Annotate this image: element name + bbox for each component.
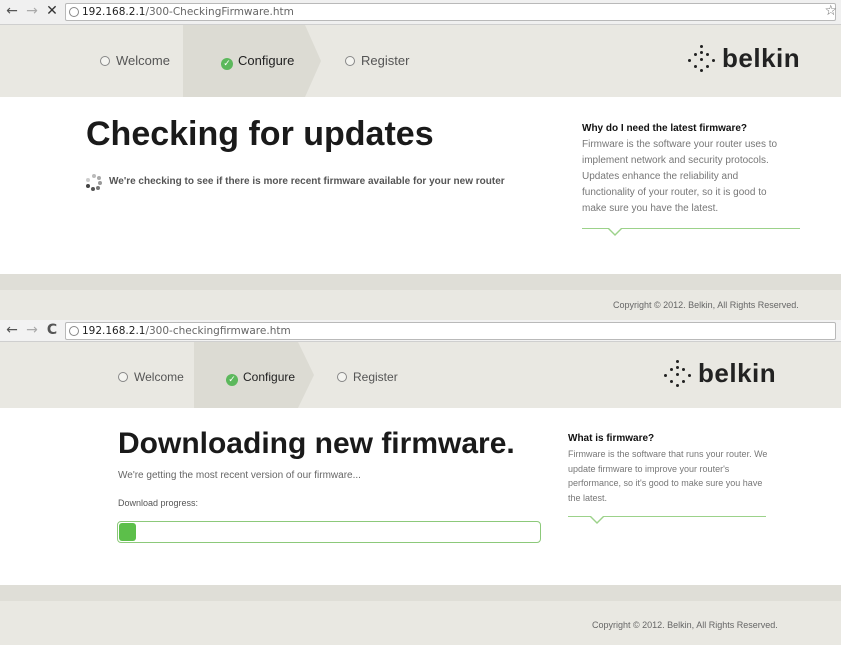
step-configure: ✓ Configure: [221, 53, 294, 70]
forward-arrow-icon[interactable]: →: [24, 322, 40, 338]
status-message: We're getting the most recent version of…: [118, 470, 361, 481]
belkin-logo: belkin: [688, 43, 803, 75]
step-register: Register: [337, 370, 398, 384]
step-welcome: Welcome: [118, 370, 184, 384]
address-path: /300-CheckingFirmware.htm: [145, 6, 294, 18]
loading-spinner-icon: [86, 174, 102, 191]
download-progress-bar: [117, 521, 541, 543]
footer-band: [0, 585, 841, 601]
step-label: Register: [353, 370, 398, 384]
radio-empty-icon: [100, 56, 110, 66]
forward-arrow-icon[interactable]: →: [24, 3, 40, 19]
belkin-dots-icon: [688, 45, 716, 73]
address-host: 192.168.2.1: [82, 325, 146, 337]
page-globe-icon: [69, 326, 79, 336]
radio-empty-icon: [345, 56, 355, 66]
help-notch-icon: [608, 228, 622, 236]
belkin-logo: belkin: [664, 358, 779, 390]
browser-window-downloading: ← → C 192.168.2.1/300-checkingfirmware.h…: [0, 320, 841, 645]
step-label: Register: [361, 53, 410, 68]
step-label: Configure: [243, 370, 296, 384]
address-bar[interactable]: 192.168.2.1/300-CheckingFirmware.htm: [65, 3, 836, 21]
setup-wizard-header: Welcome ✓ Configure Register belkin: [0, 25, 841, 97]
page-title: Checking for updates: [86, 115, 434, 153]
browser-toolbar: ← → ✕ 192.168.2.1/300-CheckingFirmware.h…: [0, 0, 841, 25]
setup-wizard-header: Welcome ✓ Configure Register belkin: [0, 342, 841, 408]
copyright-text: Copyright © 2012. Belkin, All Rights Res…: [613, 300, 799, 310]
step-label: Welcome: [116, 53, 170, 68]
footer-band: [0, 274, 841, 290]
back-arrow-icon[interactable]: ←: [4, 3, 20, 19]
address-bar[interactable]: 192.168.2.1/300-checkingfirmware.htm: [65, 322, 836, 340]
page-footer: Copyright © 2012. Belkin, All Rights Res…: [0, 585, 841, 645]
reload-icon[interactable]: C: [44, 322, 60, 338]
belkin-wordmark: belkin: [722, 43, 801, 73]
belkin-dots-icon: [664, 360, 692, 388]
address-path: /300-checkingfirmware.htm: [145, 325, 291, 337]
bookmark-star-icon[interactable]: ☆: [824, 3, 837, 19]
page-title: Downloading new firmware.: [118, 427, 515, 460]
back-arrow-icon[interactable]: ←: [4, 322, 20, 338]
progress-label: Download progress:: [118, 498, 199, 508]
address-host: 192.168.2.1: [82, 6, 146, 18]
help-body: Firmware is the software that runs your …: [568, 449, 768, 503]
radio-empty-icon: [337, 372, 347, 382]
belkin-wordmark: belkin: [698, 358, 777, 388]
browser-toolbar: ← → C 192.168.2.1/300-checkingfirmware.h…: [0, 320, 841, 342]
help-notch-icon: [590, 516, 604, 524]
check-circle-icon: ✓: [226, 374, 238, 386]
browser-window-checking: ← → ✕ 192.168.2.1/300-CheckingFirmware.h…: [0, 0, 841, 320]
status-message: We're checking to see if there is more r…: [109, 176, 505, 187]
stop-icon[interactable]: ✕: [44, 3, 60, 19]
radio-empty-icon: [118, 372, 128, 382]
download-progress-fill: [119, 523, 136, 541]
help-body: Firmware is the software your router use…: [582, 139, 778, 214]
help-title: What is firmware?: [568, 433, 655, 444]
page-globe-icon: [69, 7, 79, 17]
help-title: Why do I need the latest firmware?: [582, 123, 748, 134]
step-configure: ✓ Configure: [226, 370, 295, 386]
step-label: Welcome: [134, 370, 184, 384]
copyright-text: Copyright © 2012. Belkin, All Rights Res…: [592, 620, 778, 630]
step-welcome: Welcome: [100, 53, 170, 68]
page-footer: Copyright © 2012. Belkin, All Rights Res…: [0, 274, 841, 320]
check-circle-icon: ✓: [221, 58, 233, 70]
step-label: Configure: [238, 53, 295, 68]
step-register: Register: [345, 53, 409, 68]
